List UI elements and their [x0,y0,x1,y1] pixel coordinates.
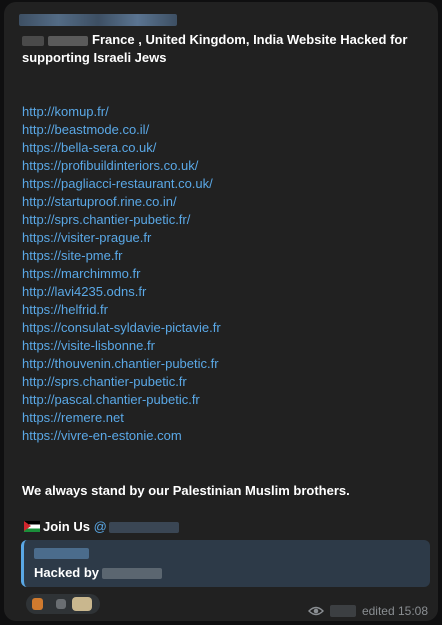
reaction-emoji [32,598,43,610]
message-bubble: France , United Kingdom, India Website H… [4,2,438,621]
channel-name-redacted[interactable] [19,14,177,26]
link-item[interactable]: http://sprs.chantier-pubetic.fr [22,373,221,391]
link-item[interactable]: http://lavi4235.odns.fr [22,283,221,301]
link-item[interactable]: https://remere.net [22,409,221,427]
reaction-emoji [72,597,92,611]
link-item[interactable]: https://vivre-en-estonie.com [22,427,221,445]
link-item[interactable]: http://pascal.chantier-pubetic.fr [22,391,221,409]
redacted-text [22,35,44,46]
reaction-chip[interactable] [26,594,100,614]
join-line: Join Us @ [24,518,179,536]
mention-prefix: @ [93,519,107,534]
quote-text: Hacked by [34,564,163,582]
eye-icon [307,606,324,616]
link-item[interactable]: https://visite-lisbonne.fr [22,337,221,355]
link-item[interactable]: https://visiter-prague.fr [22,229,221,247]
link-item[interactable]: https://consulat-syldavie-pictavie.fr [22,319,221,337]
link-item[interactable]: https://site-pme.fr [22,247,221,265]
link-item[interactable]: http://beastmode.co.il/ [22,121,221,139]
link-item[interactable]: http://thouvenin.chantier-pubetic.fr [22,355,221,373]
link-item[interactable]: http://sprs.chantier-pubetic.fr/ [22,211,221,229]
mention-redacted [108,522,179,534]
message-headline: France , United Kingdom, India Website H… [22,31,422,67]
link-item[interactable]: https://pagliacci-restaurant.co.uk/ [22,175,221,193]
message-meta: edited 15:08 [307,603,428,619]
quote-redacted [102,568,163,580]
palestine-flag-icon [24,521,40,532]
quote-title-redacted [34,548,89,559]
redacted-text [48,35,88,46]
quote-block[interactable]: Hacked by [21,540,430,587]
link-item[interactable]: https://profibuildinteriors.co.uk/ [22,157,221,175]
join-label: Join Us [43,519,90,534]
link-item[interactable]: http://startuproof.rine.co.in/ [22,193,221,211]
link-list: http://komup.fr/http://beastmode.co.il/h… [22,103,221,445]
quote-label: Hacked by [34,565,100,580]
link-item[interactable]: https://marchimmo.fr [22,265,221,283]
channel-mention[interactable]: @ [94,519,179,534]
reaction-emoji [56,599,66,609]
edited-timestamp: edited 15:08 [361,604,428,618]
link-item[interactable]: https://helfrid.fr [22,301,221,319]
link-item[interactable]: https://bella-sera.co.uk/ [22,139,221,157]
statement-text: We always stand by our Palestinian Musli… [22,483,350,498]
view-count-redacted [329,605,356,617]
link-item[interactable]: http://komup.fr/ [22,103,221,121]
